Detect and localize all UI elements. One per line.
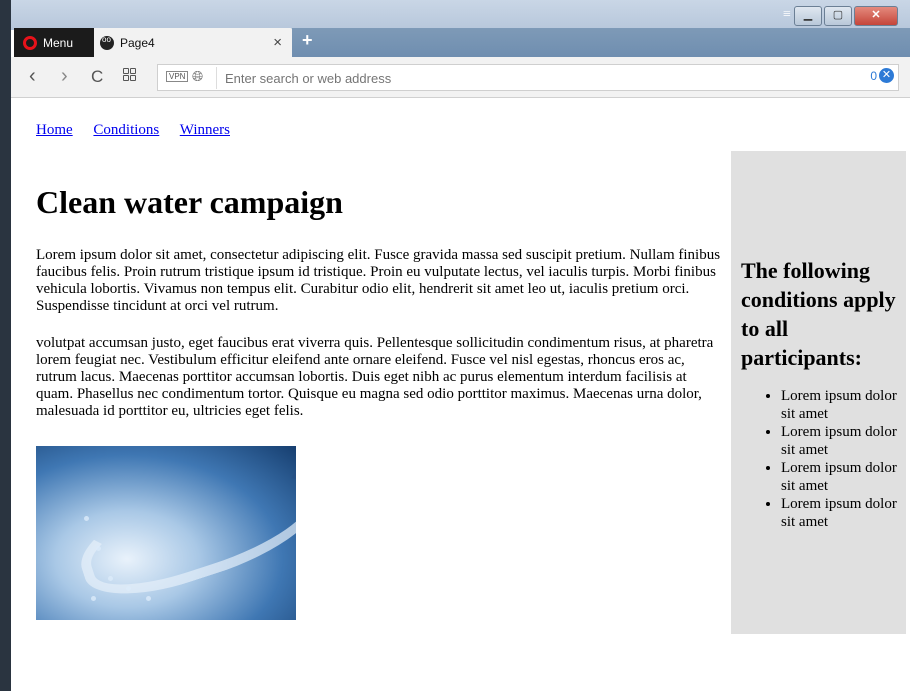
speed-dial-icon[interactable] [123,68,136,81]
back-icon[interactable]: ‹ [29,65,36,88]
tab-strip [292,28,910,57]
list-item: Lorem ipsum dolor sit amet [781,423,901,459]
nav-link-conditions[interactable]: Conditions [93,122,159,138]
list-item: Lorem ipsum dolor sit amet [781,495,901,531]
water-splash-image [36,446,296,620]
favicon-icon [100,35,114,50]
forward-icon[interactable]: › [61,65,68,88]
paragraph-2: volutpat accumsan justo, eget faucibus e… [36,335,714,419]
site-nav: Home Conditions Winners [36,122,247,139]
minimize-button[interactable]: ▁ [794,6,822,26]
splash-shape [68,449,296,613]
window-controls: ▁ ▢ ✕ [794,6,898,26]
opera-logo-icon [23,35,37,50]
maximize-button[interactable]: ▢ [824,6,852,26]
list-item: Lorem ipsum dolor sit amet [781,387,901,423]
close-window-button[interactable]: ✕ [854,6,898,26]
adblock-count: 0 [870,68,877,83]
reload-icon[interactable]: C [91,67,103,87]
url-box: VPN 🌐︎ 0 ✕ [157,64,899,91]
new-tab-button[interactable]: + [302,30,313,51]
opera-menu-button[interactable]: Menu [14,28,94,57]
address-bar: ‹ › C VPN 🌐︎ 0 ✕ [11,57,910,98]
tab-title: Page4 [120,35,155,50]
globe-icon: 🌐︎ [192,68,204,84]
window-titlebar [0,0,910,30]
conditions-list: Lorem ipsum dolor sit amet Lorem ipsum d… [761,387,901,531]
nav-link-home[interactable]: Home [36,122,73,138]
tab-close-icon[interactable]: × [273,34,282,51]
adblock-indicator[interactable]: 0 ✕ [870,68,894,83]
page-title: Clean water campaign [36,184,343,220]
menu-label: Menu [43,35,74,50]
window-frame [0,0,11,691]
conditions-sidebar: The following conditions apply to all pa… [731,151,906,634]
vpn-badge[interactable]: VPN [166,71,189,82]
tab-page4[interactable]: Page4 × [94,28,292,57]
page-content: Home Conditions Winners Clean water camp… [11,98,910,691]
paragraph-1: Lorem ipsum dolor sit amet, consectetur … [36,247,721,314]
sidebar-title: The following conditions apply to all pa… [741,258,896,370]
list-item: Lorem ipsum dolor sit amet [781,459,901,495]
nav-link-winners[interactable]: Winners [180,122,230,138]
adblock-icon: ✕ [879,68,894,83]
address-input[interactable] [216,67,827,89]
